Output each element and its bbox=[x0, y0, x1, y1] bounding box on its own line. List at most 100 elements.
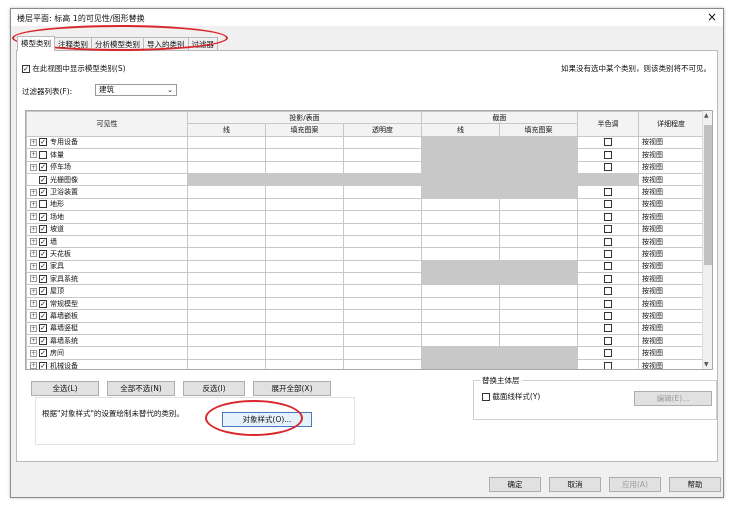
halftone-checkbox[interactable] bbox=[604, 274, 612, 283]
cut-fill-cell[interactable] bbox=[499, 222, 578, 236]
table-row[interactable]: + ✓ 天花板 按视图 bbox=[26, 247, 704, 261]
cut-line-cell[interactable] bbox=[421, 135, 500, 150]
cut-line-cell[interactable] bbox=[421, 160, 500, 174]
cut-fill-cell[interactable] bbox=[499, 272, 578, 286]
cut-line-styles-checkbox[interactable]: 截面线样式(Y) bbox=[482, 391, 540, 402]
cut-line-cell[interactable] bbox=[421, 346, 500, 360]
checkbox-checked-icon[interactable]: ✓ bbox=[39, 163, 47, 172]
projection-fill-cell[interactable] bbox=[265, 234, 344, 249]
detail-level-cell[interactable]: 按视图 bbox=[638, 346, 704, 360]
projection-fill-cell[interactable] bbox=[265, 334, 344, 348]
expand-icon[interactable]: + bbox=[30, 200, 37, 208]
cut-line-cell[interactable] bbox=[421, 222, 500, 236]
table-row[interactable]: + ✓ 幕墙竖梃 按视图 bbox=[26, 321, 704, 336]
expand-icon[interactable]: + bbox=[30, 312, 37, 320]
detail-level-cell[interactable]: 按视图 bbox=[638, 284, 704, 298]
category-name-cell[interactable]: ✓ 光栅图像 bbox=[26, 172, 188, 187]
table-row[interactable]: + ✓ 家具 按视图 bbox=[26, 259, 704, 274]
projection-fill-cell[interactable] bbox=[265, 346, 344, 360]
halftone-cell[interactable] bbox=[577, 135, 639, 150]
table-row[interactable]: + ✓ 场地 按视图 bbox=[26, 210, 704, 224]
halftone-checkbox[interactable] bbox=[604, 150, 612, 159]
table-row[interactable]: + ✓ 幕墙系统 按视图 bbox=[26, 334, 704, 348]
projection-line-cell[interactable] bbox=[187, 284, 266, 298]
halftone-cell[interactable] bbox=[577, 160, 639, 174]
cut-line-cell[interactable] bbox=[421, 358, 500, 369]
halftone-checkbox[interactable] bbox=[604, 336, 612, 345]
category-name-cell[interactable]: + ✓ 卫浴装置 bbox=[26, 185, 188, 199]
expand-icon[interactable]: + bbox=[30, 262, 37, 270]
detail-level-cell[interactable]: 按视图 bbox=[638, 358, 704, 369]
edit-button[interactable]: 编辑(E)... bbox=[634, 391, 712, 406]
projection-fill-cell[interactable] bbox=[265, 148, 344, 162]
cut-fill-cell[interactable] bbox=[499, 346, 578, 360]
detail-level-cell[interactable]: 按视图 bbox=[638, 148, 704, 162]
cut-line-cell[interactable] bbox=[421, 197, 500, 212]
checkbox-checked-icon[interactable]: ✓ bbox=[39, 299, 47, 308]
category-name-cell[interactable]: + ✓ 墙 bbox=[26, 234, 188, 249]
table-row[interactable]: + 地形 按视图 bbox=[26, 197, 704, 212]
cut-fill-cell[interactable] bbox=[499, 197, 578, 212]
transparency-cell[interactable] bbox=[343, 334, 422, 348]
checkbox-checked-icon[interactable]: ✓ bbox=[39, 175, 47, 184]
cut-line-cell[interactable] bbox=[421, 210, 500, 224]
expand-icon[interactable]: + bbox=[30, 349, 37, 357]
cut-fill-cell[interactable] bbox=[499, 185, 578, 199]
checkbox-checked-icon[interactable]: ✓ bbox=[39, 336, 47, 345]
projection-fill-cell[interactable] bbox=[265, 358, 344, 369]
cut-fill-cell[interactable] bbox=[499, 358, 578, 369]
halftone-checkbox[interactable] bbox=[604, 361, 612, 369]
detail-level-cell[interactable]: 按视图 bbox=[638, 210, 704, 224]
expand-icon[interactable]: + bbox=[30, 188, 37, 196]
expand-icon[interactable]: + bbox=[30, 287, 37, 295]
projection-line-cell[interactable] bbox=[187, 210, 266, 224]
projection-line-cell[interactable] bbox=[187, 334, 266, 348]
projection-fill-cell[interactable] bbox=[265, 172, 344, 187]
category-name-cell[interactable]: + ✓ 家具 bbox=[26, 259, 188, 274]
halftone-cell[interactable] bbox=[577, 284, 639, 298]
detail-level-cell[interactable]: 按视图 bbox=[638, 197, 704, 212]
transparency-cell[interactable] bbox=[343, 135, 422, 150]
detail-level-cell[interactable]: 按视图 bbox=[638, 185, 704, 199]
cut-line-cell[interactable] bbox=[421, 172, 500, 187]
cut-line-cell[interactable] bbox=[421, 185, 500, 199]
halftone-cell[interactable] bbox=[577, 259, 639, 274]
table-row[interactable]: + ✓ 墙 按视图 bbox=[26, 234, 704, 249]
transparency-cell[interactable] bbox=[343, 321, 422, 336]
expand-icon[interactable]: + bbox=[30, 163, 37, 171]
projection-fill-cell[interactable] bbox=[265, 197, 344, 212]
cut-line-cell[interactable] bbox=[421, 334, 500, 348]
cut-fill-cell[interactable] bbox=[499, 334, 578, 348]
halftone-cell[interactable] bbox=[577, 197, 639, 212]
detail-level-cell[interactable]: 按视图 bbox=[638, 259, 704, 274]
table-row[interactable]: + ✓ 屋顶 按视图 bbox=[26, 284, 704, 298]
transparency-cell[interactable] bbox=[343, 172, 422, 187]
halftone-cell[interactable] bbox=[577, 247, 639, 261]
halftone-cell[interactable] bbox=[577, 321, 639, 336]
projection-line-cell[interactable] bbox=[187, 160, 266, 174]
transparency-cell[interactable] bbox=[343, 346, 422, 360]
detail-level-cell[interactable]: 按视图 bbox=[638, 135, 704, 150]
cut-fill-cell[interactable] bbox=[499, 247, 578, 261]
table-row[interactable]: + ✓ 家具系统 按视图 bbox=[26, 272, 704, 286]
halftone-cell[interactable] bbox=[577, 346, 639, 360]
checkbox-checked-icon[interactable]: ✓ bbox=[39, 225, 47, 234]
cut-line-cell[interactable] bbox=[421, 321, 500, 336]
cut-line-cell[interactable] bbox=[421, 309, 500, 323]
cut-fill-cell[interactable] bbox=[499, 148, 578, 162]
halftone-cell[interactable] bbox=[577, 210, 639, 224]
projection-fill-cell[interactable] bbox=[265, 321, 344, 336]
halftone-checkbox[interactable] bbox=[604, 349, 612, 358]
checkbox-checked-icon[interactable]: ✓ bbox=[39, 361, 47, 369]
detail-level-cell[interactable]: 按视图 bbox=[638, 334, 704, 348]
category-name-cell[interactable]: + ✓ 场地 bbox=[26, 210, 188, 224]
close-icon[interactable]: × bbox=[707, 10, 717, 24]
expand-icon[interactable]: + bbox=[30, 238, 37, 246]
halftone-checkbox[interactable] bbox=[604, 212, 612, 221]
transparency-cell[interactable] bbox=[343, 296, 422, 311]
invert-button[interactable]: 反选(I) bbox=[183, 381, 245, 396]
projection-fill-cell[interactable] bbox=[265, 210, 344, 224]
projection-fill-cell[interactable] bbox=[265, 222, 344, 236]
projection-line-cell[interactable] bbox=[187, 197, 266, 212]
expand-icon[interactable]: + bbox=[30, 337, 37, 345]
